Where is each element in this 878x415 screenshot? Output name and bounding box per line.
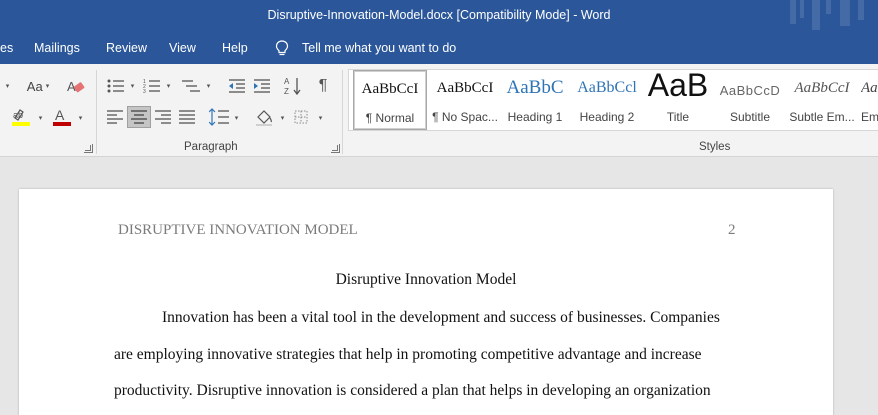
style-subtle-emphasis[interactable]: AaBbCcI Subtle Em...: [787, 70, 857, 130]
line-spacing-caret[interactable]: ▾: [230, 108, 240, 128]
font-size-caret[interactable]: ▾: [0, 76, 12, 96]
styles-gallery: AaBbCcI ¶ Normal AaBbCcI ¶ No Spac... Aa…: [348, 67, 878, 131]
highlight-color-caret[interactable]: ▾: [34, 108, 44, 128]
align-left-icon[interactable]: [107, 110, 123, 124]
show-formatting-marks-button[interactable]: ¶: [314, 76, 332, 96]
paragraph-dialog-launcher[interactable]: [331, 144, 340, 153]
line-spacing-icon[interactable]: [209, 108, 229, 126]
style-no-spacing[interactable]: AaBbCcI ¶ No Spac...: [429, 70, 501, 130]
style-preview: AaBbC: [506, 77, 564, 98]
ribbon-tabs: es Mailings Review View Help Tell me wha…: [0, 32, 878, 64]
paragraph-line: are employing innovative strategies that…: [114, 346, 702, 363]
tab-references-partial[interactable]: es: [0, 41, 13, 55]
font-color-icon[interactable]: A: [52, 106, 72, 128]
style-name: Title: [666, 110, 690, 124]
style-preview: AaBbCcI: [436, 80, 494, 96]
style-name: Subtitle: [729, 110, 771, 124]
font-dialog-launcher[interactable]: [84, 144, 93, 153]
sort-icon[interactable]: A Z: [284, 76, 302, 96]
style-name: Em: [861, 110, 878, 124]
style-name: Heading 2: [579, 110, 635, 124]
bullets-caret[interactable]: ▾: [126, 76, 136, 96]
borders-icon[interactable]: [294, 110, 308, 124]
group-separator: [96, 70, 97, 154]
borders-caret[interactable]: ▾: [314, 108, 324, 128]
document-page[interactable]: DISRUPTIVE INNOVATION MODEL 2 Disruptive…: [19, 189, 833, 415]
style-emphasis[interactable]: Aa Em: [861, 70, 878, 130]
svg-text:3: 3: [143, 89, 146, 94]
style-preview: AaBbCcD: [719, 83, 781, 98]
page-number: 2: [728, 222, 736, 238]
tab-mailings[interactable]: Mailings: [34, 41, 80, 55]
decrease-indent-icon[interactable]: [228, 78, 246, 94]
svg-text:A: A: [284, 77, 290, 86]
justify-icon[interactable]: [179, 110, 195, 124]
svg-text:ab: ab: [13, 110, 23, 120]
align-right-icon[interactable]: [155, 110, 171, 124]
document-canvas: DISRUPTIVE INNOVATION MODEL 2 Disruptive…: [0, 157, 878, 415]
running-header: DISRUPTIVE INNOVATION MODEL: [118, 222, 358, 238]
style-name: Subtle Em...: [789, 110, 855, 124]
multilevel-list-icon[interactable]: [181, 78, 201, 94]
paragraph-group-label: Paragraph: [184, 141, 238, 153]
bullets-icon[interactable]: [107, 78, 125, 94]
tab-review[interactable]: Review: [106, 41, 147, 55]
paragraph-line: productivity. Disruptive innovation is c…: [114, 382, 711, 399]
clear-formatting-icon[interactable]: A: [66, 78, 86, 96]
highlight-color-icon[interactable]: ab: [10, 106, 32, 128]
increase-indent-icon[interactable]: [253, 78, 271, 94]
lightbulb-icon: [275, 40, 289, 56]
numbering-caret[interactable]: ▾: [162, 76, 172, 96]
tab-view[interactable]: View: [169, 41, 196, 55]
document-title: Disruptive Innovation Model: [335, 271, 517, 288]
change-case-button[interactable]: Aa ▾: [22, 76, 54, 96]
style-name: Heading 1: [507, 110, 563, 124]
align-center-button[interactable]: [127, 106, 151, 128]
title-bar: Disruptive-Innovation-Model.docx [Compat…: [0, 0, 878, 32]
numbering-icon[interactable]: 1 2 3: [143, 78, 161, 94]
style-preview: AaB: [647, 67, 709, 103]
style-title[interactable]: AaB Title: [645, 67, 711, 130]
tell-me-search[interactable]: Tell me what you want to do: [302, 41, 456, 55]
align-center-icon: [131, 110, 147, 124]
paragraph-line: Innovation has been a vital tool in the …: [162, 309, 720, 326]
style-name: ¶ No Spac...: [432, 110, 498, 124]
style-preview: AaBbCcI: [794, 80, 850, 96]
font-color-caret[interactable]: ▾: [74, 108, 84, 128]
shading-icon[interactable]: [254, 107, 274, 127]
style-preview: AaBbCcl: [577, 79, 637, 96]
multilevel-list-caret[interactable]: ▾: [202, 76, 212, 96]
styles-group-label: Styles: [699, 141, 731, 153]
style-preview: AaBbCcI: [361, 81, 419, 97]
group-separator: [342, 70, 343, 154]
shading-caret[interactable]: ▾: [276, 108, 286, 128]
style-subtitle[interactable]: AaBbCcD Subtitle: [717, 70, 783, 130]
window-title: Disruptive-Innovation-Model.docx [Compat…: [267, 8, 611, 22]
style-preview: Aa: [861, 80, 878, 96]
style-name: ¶ Normal: [365, 111, 415, 125]
svg-text:Z: Z: [284, 87, 289, 96]
svg-text:A: A: [55, 107, 65, 123]
style-heading-2[interactable]: AaBbCcl Heading 2: [573, 70, 641, 130]
style-normal[interactable]: AaBbCcI ¶ Normal: [353, 70, 427, 130]
tab-help[interactable]: Help: [222, 41, 248, 55]
style-heading-1[interactable]: AaBbC Heading 1: [503, 70, 567, 130]
